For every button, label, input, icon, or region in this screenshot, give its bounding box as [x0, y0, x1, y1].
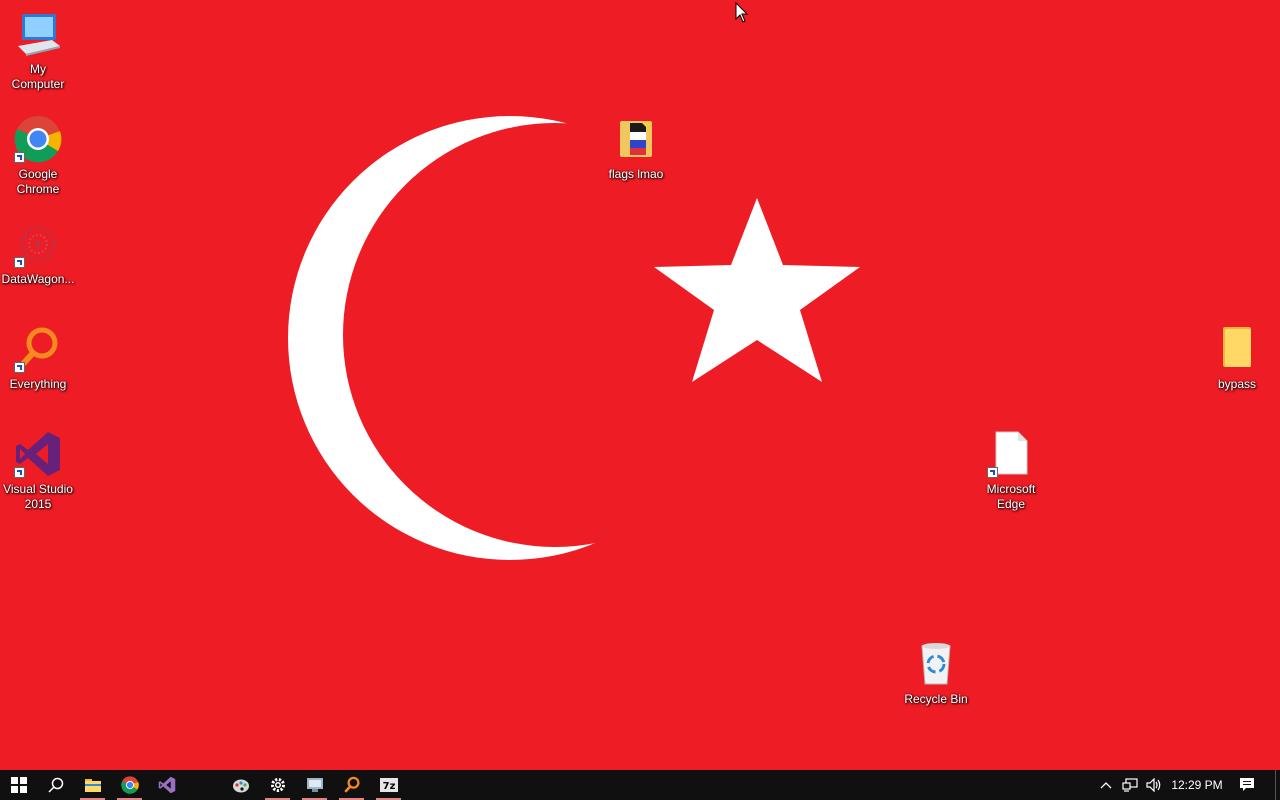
desktop-icon-everything[interactable]: Everything [0, 325, 76, 392]
shortcut-arrow-icon [14, 152, 25, 163]
desktop-icon-google-chrome[interactable]: Google Chrome [0, 115, 76, 197]
desktop-icon-label: My Computer [11, 62, 65, 91]
7zip-icon: 7z [379, 778, 398, 792]
file-explorer-button[interactable] [74, 770, 111, 800]
shortcut-arrow-icon [987, 467, 998, 478]
desktop-icon-flags-lmao[interactable]: flags lmao [598, 115, 674, 182]
desktop-icon-label: Everything [9, 377, 67, 391]
clock-time: 12:29 PM [1171, 778, 1223, 792]
everything-search-icon [344, 776, 359, 793]
windows-logo-icon [10, 777, 27, 793]
folder-icon [84, 779, 101, 792]
desktop-icon-label: Visual Studio 2015 [3, 482, 73, 511]
desktop-icon-label: Microsoft Edge [986, 482, 1036, 511]
desktop-icon-visual-studio-2015[interactable]: Visual Studio 2015 [0, 430, 76, 512]
taskbar: 7z 12:29 PM [0, 770, 1280, 800]
start-button[interactable] [0, 770, 37, 800]
desktop-icon-label: DataWagon... [1, 272, 75, 286]
desktop-icon-label: Google Chrome [16, 167, 60, 196]
gear-icon [270, 778, 285, 792]
visual-studio-button[interactable] [148, 770, 185, 800]
folder-icon [1213, 325, 1261, 373]
network-button[interactable] [1120, 770, 1140, 800]
action-center-icon [1240, 778, 1254, 791]
paint-palette-icon [232, 779, 249, 793]
shortcut-arrow-icon [14, 257, 25, 268]
shortcut-arrow-icon [14, 467, 25, 478]
recycle-bin-icon [912, 640, 960, 688]
7zip-button[interactable]: 7z [370, 770, 407, 800]
desktop-icon-my-computer[interactable]: My Computer [0, 10, 76, 92]
chrome-icon [120, 776, 139, 794]
desktop-icon-label: Recycle Bin [904, 692, 968, 706]
show-desktop-button[interactable] [1275, 770, 1276, 800]
everything-search-icon [14, 325, 62, 373]
desktop[interactable]: My Computer Google Chrome DataWagon... E… [0, 0, 1280, 770]
desktop-icon-bypass[interactable]: bypass [1199, 325, 1275, 392]
folder-with-flags-icon [612, 115, 660, 163]
visual-studio-icon [158, 776, 175, 794]
action-center-button[interactable] [1234, 770, 1260, 800]
svg-text:7z: 7z [382, 781, 395, 792]
clock[interactable]: 12:29 PM [1166, 770, 1228, 800]
crescent-inner [343, 123, 767, 547]
show-hidden-icons-button[interactable] [1096, 770, 1116, 800]
shortcut-arrow-icon [14, 362, 25, 373]
blank-document-icon [987, 430, 1035, 478]
chevron-up-icon [1100, 782, 1112, 789]
datawagon-icon [14, 220, 62, 268]
chrome-button[interactable] [111, 770, 148, 800]
desktop-icon-microsoft-edge[interactable]: Microsoft Edge [973, 430, 1049, 512]
computer-icon [14, 10, 62, 58]
desktop-icon-label: flags lmao [608, 167, 664, 181]
desktop-icon-datawagon[interactable]: DataWagon... [0, 220, 76, 287]
network-icon [1122, 778, 1138, 792]
search-button[interactable] [37, 770, 74, 800]
mouse-cursor-icon [735, 2, 749, 23]
remote-desktop-button[interactable] [296, 770, 333, 800]
desktop-icon-label: bypass [1217, 377, 1257, 391]
desktop-icon-recycle-bin[interactable]: Recycle Bin [898, 640, 974, 707]
volume-icon [1146, 778, 1161, 792]
remote-desktop-icon [306, 778, 323, 792]
volume-button[interactable] [1144, 770, 1164, 800]
chrome-icon [14, 115, 62, 163]
visual-studio-icon [14, 430, 62, 478]
search-icon [47, 777, 63, 793]
settings-button[interactable] [259, 770, 296, 800]
everything-button[interactable] [333, 770, 370, 800]
paint-button[interactable] [222, 770, 259, 800]
